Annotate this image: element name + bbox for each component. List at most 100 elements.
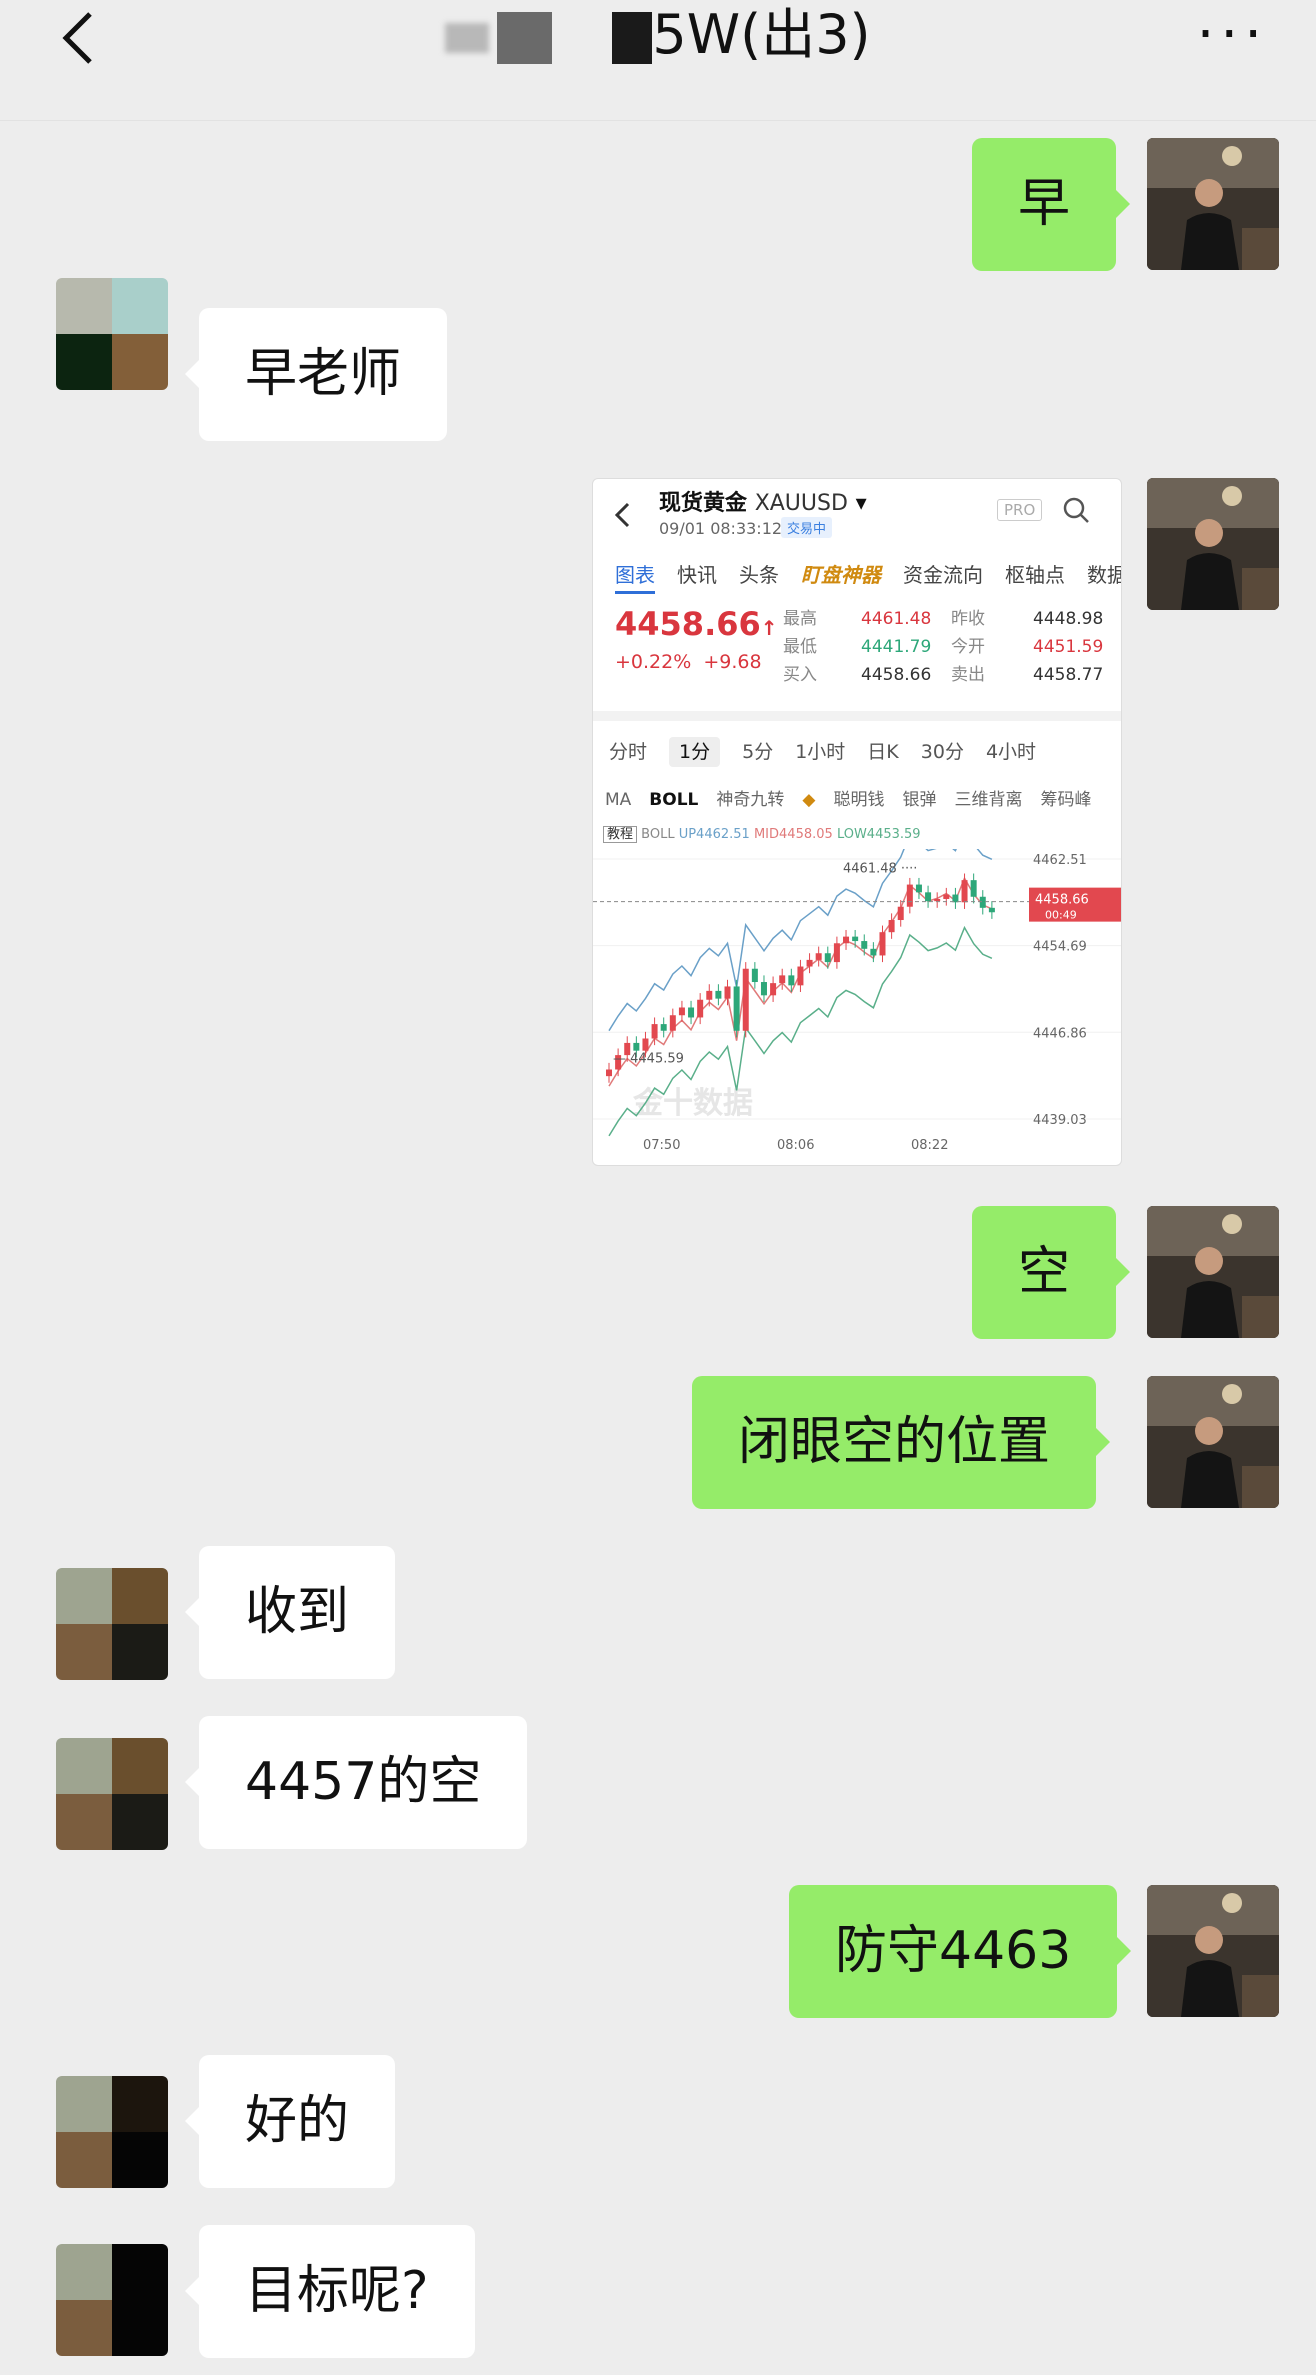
indicator-selector: MA BOLL 神奇九转 ◆ 聪明钱 银弹 三维背离 筹码峰 [605, 790, 1092, 810]
candle-body [852, 936, 859, 942]
message-text: 防守4463 [835, 1921, 1072, 1981]
message-bubble-outgoing[interactable]: 空 [972, 1206, 1131, 1339]
quote-header: 现货黄金 XAUUSD ▾ 09/01 08:33:12 交易中 PRO [593, 479, 1121, 559]
candle-body [979, 896, 986, 908]
candle-body [706, 990, 713, 1000]
message-bubble-incoming[interactable]: 收到 [184, 1546, 396, 1679]
avatar-photo-icon [1147, 1376, 1279, 1508]
avatar-other[interactable] [56, 2244, 168, 2356]
price-change: +0.22% +9.68 [615, 651, 762, 673]
avatar-photo-icon [1147, 138, 1279, 270]
candle-body [943, 894, 950, 899]
candle-body [961, 880, 968, 903]
candle-body [633, 1042, 640, 1051]
avatar-photo-icon [1147, 478, 1279, 610]
candlestick-chart: 金十数据 4458.6600:49 4462.51 4454.69 4446.86 443… [593, 849, 1121, 1153]
quote-tabs: 图表快讯头条盯盘神器资金流向枢轴点数据 [615, 559, 1121, 599]
candle-body [824, 953, 831, 963]
more-icon[interactable]: ··· [1197, 7, 1268, 63]
quote-time: 09/01 08:33:12 [659, 519, 783, 538]
avatar-self[interactable] [1147, 1885, 1279, 2017]
candle-body [970, 880, 977, 897]
max-price-label: 4461.48 ···· [843, 861, 917, 876]
boll-upper-line [608, 849, 993, 1032]
candle-body [678, 1007, 685, 1016]
current-price-label: 4458.66 [1035, 893, 1089, 908]
candle-body [724, 986, 731, 999]
candle-body [651, 1024, 658, 1039]
y-tick-label: 4446.86 [1033, 1026, 1087, 1041]
back-arrow-icon [614, 502, 630, 528]
tab-monitor: 盯盘神器 [801, 563, 881, 587]
redacted-block [612, 12, 653, 65]
candle-body [697, 999, 704, 1018]
avatar-self[interactable] [1147, 1376, 1279, 1508]
instrument-name: 现货黄金 XAUUSD ▾ [659, 491, 867, 516]
chat-title: 5W(出3) [0, 0, 1316, 70]
boll-legend: 教程 BOLL UP4462.51 MID4458.05 LOW4453.59 [603, 823, 921, 843]
candle-body [788, 975, 795, 986]
candle-body [897, 906, 904, 921]
message-bubble-incoming[interactable]: 目标呢? [185, 2225, 475, 2358]
candle-body [915, 884, 922, 893]
x-tick-label: 08:06 [777, 1138, 814, 1153]
tab-pivot: 枢轴点 [1005, 563, 1065, 587]
quote-labels-right: 昨收 今开 卖出 [951, 609, 985, 685]
avatar-self[interactable] [1147, 478, 1279, 610]
chat-title-text: 5W(出3) [652, 3, 871, 66]
avatar-other[interactable] [56, 2076, 168, 2188]
period-selector: 分时 1分 5分 1小时 日K 30分 4小时 [609, 737, 1058, 767]
candle-body [879, 932, 886, 956]
pro-badge: PRO [997, 499, 1043, 521]
message-bubble-outgoing[interactable]: 早 [972, 138, 1131, 271]
message-text: 4457的空 [245, 1752, 482, 1812]
candle-body [870, 948, 877, 956]
tab-data: 数据 [1087, 563, 1121, 587]
search-icon [1063, 497, 1089, 523]
candle-body [833, 943, 840, 963]
avatar-other[interactable] [56, 1738, 168, 1850]
countdown-label: 00:49 [1045, 909, 1077, 922]
message-text: 早 [1018, 174, 1071, 234]
message-text: 目标呢? [245, 2261, 429, 2321]
avatar-self[interactable] [1147, 138, 1279, 270]
y-tick-label: 4454.69 [1033, 940, 1087, 955]
message-bubble-incoming[interactable]: 早老师 [184, 308, 448, 441]
candle-body [715, 990, 722, 999]
candle-body [742, 968, 749, 1031]
message-text: 好的 [245, 2091, 350, 2151]
y-tick-label: 4439.03 [1033, 1113, 1087, 1128]
tab-news: 快讯 [677, 563, 717, 587]
message-bubble-outgoing[interactable]: 闭眼空的位置 [692, 1376, 1111, 1509]
candle-body [925, 892, 932, 902]
message-bubble-incoming[interactable]: 4457的空 [184, 1716, 528, 1849]
candle-body [843, 936, 850, 944]
candle-body [806, 959, 813, 967]
trading-status-badge: 交易中 [781, 517, 833, 538]
min-price-label: — 4445.59 [613, 1051, 684, 1066]
top-bar: 5W(出3) ··· [0, 0, 1316, 121]
candle-body [797, 966, 804, 986]
candle-body [934, 898, 941, 902]
candle-body [688, 1007, 695, 1018]
candle-body [660, 1024, 667, 1031]
candle-body [770, 983, 777, 996]
message-text: 闭眼空的位置 [738, 1412, 1051, 1472]
message-bubble-outgoing[interactable]: 防守4463 [789, 1885, 1132, 2018]
avatar-other[interactable] [56, 1568, 168, 1680]
candle-body [815, 953, 822, 960]
message-text: 空 [1018, 1242, 1071, 1302]
x-tick-label: 07:50 [643, 1138, 680, 1153]
candle-body [760, 982, 767, 996]
chart-screenshot-message[interactable]: 现货黄金 XAUUSD ▾ 09/01 08:33:12 交易中 PRO 图表快… [592, 478, 1122, 1166]
x-tick-label: 08:22 [911, 1138, 948, 1153]
quote-labels-left: 最高 最低 买入 [783, 609, 817, 685]
candle-body [733, 986, 740, 1031]
avatar-self[interactable] [1147, 1206, 1279, 1338]
candle-body [669, 1015, 676, 1031]
avatar-other[interactable] [56, 278, 168, 390]
quote-values-right: 4448.98 4451.59 4458.77 [1033, 609, 1104, 685]
tab-headlines: 头条 [739, 563, 779, 587]
message-bubble-incoming[interactable]: 好的 [184, 2055, 396, 2188]
candle-body [751, 968, 758, 983]
